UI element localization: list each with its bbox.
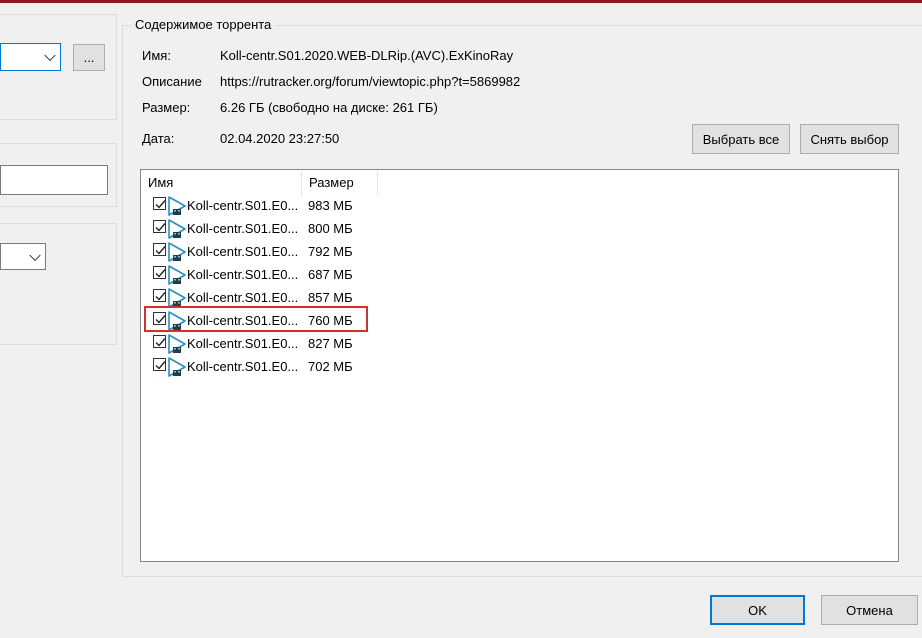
- file-checkbox[interactable]: [153, 289, 166, 302]
- file-row[interactable]: Koll-centr.S01.E0... 687 МБ: [151, 264, 371, 287]
- file-checkbox[interactable]: [153, 220, 166, 233]
- select-all-button[interactable]: Выбрать все: [692, 124, 790, 154]
- torrent-add-dialog: ... Содержимое торрента Имя: Koll-centr.…: [0, 0, 922, 638]
- cancel-button[interactable]: Отмена: [821, 595, 918, 625]
- column-header-size[interactable]: Размер: [302, 171, 378, 195]
- file-size: 702 МБ: [308, 359, 353, 374]
- save-path-combobox[interactable]: [0, 43, 61, 71]
- video-file-icon: [167, 218, 187, 240]
- file-row[interactable]: Koll-centr.S01.E0... 702 МБ: [151, 356, 371, 379]
- video-file-icon: [167, 195, 187, 217]
- description-label: Описание: [142, 74, 202, 89]
- file-checkbox[interactable]: [153, 335, 166, 348]
- file-name: Koll-centr.S01.E0...: [187, 244, 299, 259]
- file-size: 857 МБ: [308, 290, 353, 305]
- file-size: 687 МБ: [308, 267, 353, 282]
- file-checkbox[interactable]: [153, 266, 166, 279]
- file-name: Koll-centr.S01.E0...: [187, 221, 299, 236]
- video-file-icon: [167, 241, 187, 263]
- browse-button[interactable]: ...: [73, 44, 105, 71]
- video-file-icon: [167, 333, 187, 355]
- file-size: 800 МБ: [308, 221, 353, 236]
- file-checkbox[interactable]: [153, 197, 166, 210]
- left-text-field[interactable]: [0, 165, 108, 195]
- left-settings-group: [0, 223, 117, 345]
- date-value: 02.04.2020 23:27:50: [220, 131, 340, 146]
- video-file-icon: [167, 264, 187, 286]
- chevron-down-icon: [29, 249, 41, 261]
- left-dropdown[interactable]: [0, 243, 46, 270]
- file-name: Koll-centr.S01.E0...: [187, 290, 299, 305]
- window-top-border: [0, 0, 922, 3]
- file-row[interactable]: Koll-centr.S01.E0... 983 МБ: [151, 195, 371, 218]
- file-row[interactable]: Koll-centr.S01.E0... 827 МБ: [151, 333, 371, 356]
- size-label: Размер:: [142, 100, 191, 115]
- group-title: Содержимое торрента: [131, 17, 276, 32]
- deselect-button[interactable]: Снять выбор: [800, 124, 899, 154]
- file-checkbox[interactable]: [153, 243, 166, 256]
- file-row[interactable]: Koll-centr.S01.E0... 792 МБ: [151, 241, 371, 264]
- video-file-icon: [167, 356, 187, 378]
- file-size: 792 МБ: [308, 244, 353, 259]
- file-name: Koll-centr.S01.E0...: [187, 359, 299, 374]
- name-value: Koll-centr.S01.2020.WEB-DLRip.(AVC).ExKi…: [220, 48, 514, 63]
- size-value: 6.26 ГБ (свободно на диске: 261 ГБ): [220, 100, 438, 115]
- file-list[interactable]: Имя Размер Koll-centr.S01.E0... 983 МБ Kol…: [140, 169, 899, 562]
- file-name: Koll-centr.S01.E0...: [187, 267, 299, 282]
- name-label: Имя:: [142, 48, 171, 63]
- file-name: Koll-centr.S01.E0...: [187, 336, 299, 351]
- date-label: Дата:: [142, 131, 175, 146]
- description-value: https://rutracker.org/forum/viewtopic.ph…: [220, 74, 521, 89]
- file-size: 983 МБ: [308, 198, 353, 213]
- column-header-name[interactable]: Имя: [141, 171, 302, 195]
- chevron-down-icon: [44, 49, 56, 62]
- ok-button[interactable]: OK: [710, 595, 805, 625]
- highlighted-row-marker: [144, 306, 368, 332]
- file-checkbox[interactable]: [153, 358, 166, 371]
- file-name: Koll-centr.S01.E0...: [187, 198, 299, 213]
- file-row[interactable]: Koll-centr.S01.E0... 800 МБ: [151, 218, 371, 241]
- file-size: 827 МБ: [308, 336, 353, 351]
